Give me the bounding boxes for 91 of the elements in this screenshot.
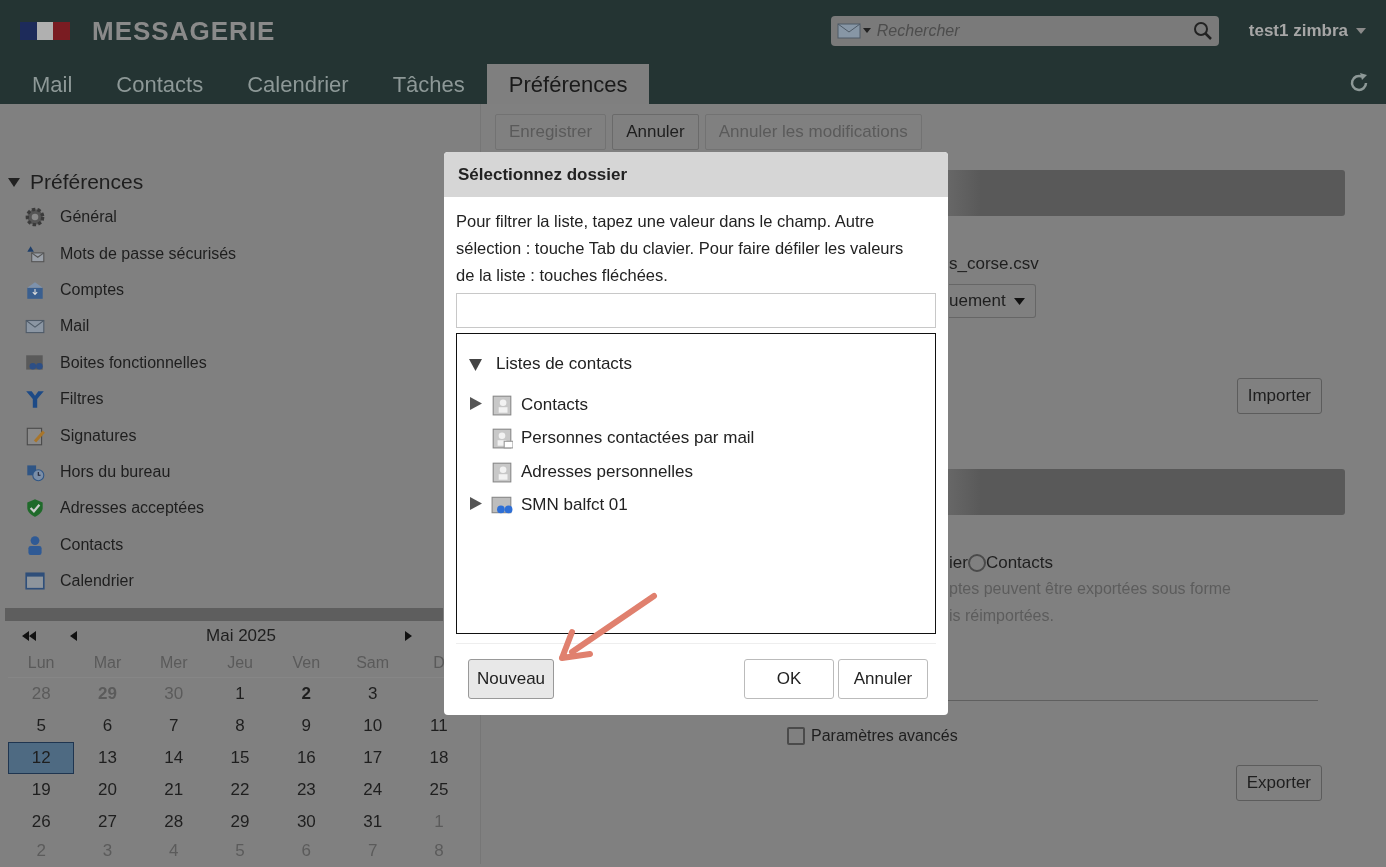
- tab[interactable]: Contacts: [94, 64, 226, 104]
- tree-item[interactable]: Adresses personnelles: [521, 461, 693, 482]
- cancel-button[interactable]: Annuler: [838, 659, 928, 699]
- calendar-day[interactable]: 20: [74, 774, 141, 807]
- calendar-day[interactable]: 15: [206, 742, 274, 775]
- new-button[interactable]: Nouveau: [468, 659, 555, 699]
- refresh-icon[interactable]: [1348, 72, 1370, 94]
- calendar-day[interactable]: 28: [140, 806, 207, 839]
- checkbox-label[interactable]: Paramètres avancés: [811, 727, 958, 745]
- sidebar-item[interactable]: Signatures: [60, 426, 137, 445]
- calendar-day[interactable]: 7: [140, 710, 207, 743]
- sidebar-item-icon: [24, 206, 46, 229]
- checkbox[interactable]: [787, 727, 805, 745]
- radio-label: ier: [949, 553, 968, 573]
- caret-icon[interactable]: [1356, 28, 1366, 34]
- calendar-day[interactable]: 18: [405, 742, 473, 775]
- next-month-icon[interactable]: [405, 631, 412, 642]
- sidebar-item[interactable]: Général: [60, 208, 117, 227]
- sidebar-item-icon: [24, 570, 46, 593]
- user-menu[interactable]: test1 zimbra: [1248, 21, 1348, 41]
- sidebar-item[interactable]: Contacts: [60, 535, 124, 554]
- ok-button[interactable]: OK: [744, 659, 834, 699]
- file-name: s_corse.csv: [949, 254, 1040, 274]
- envelope-icon[interactable]: [836, 22, 871, 40]
- sidebar-item[interactable]: Adresses acceptées: [60, 499, 205, 518]
- calendar-day[interactable]: 25: [405, 774, 473, 807]
- sidebar-item[interactable]: Mots de passe sécurisés: [60, 244, 237, 263]
- app-title: MESSAGERIE: [92, 15, 276, 47]
- calendar-day[interactable]: 23: [273, 774, 340, 807]
- sidebar-item[interactable]: Calendrier: [60, 572, 134, 591]
- export-button[interactable]: Exporter: [1235, 765, 1322, 801]
- calendar-month: Mai 2025: [205, 626, 277, 647]
- format-dropdown[interactable]: uement: [949, 284, 1036, 318]
- calendar-day[interactable]: 5: [8, 710, 75, 743]
- calendar-day[interactable]: 14: [140, 742, 207, 775]
- address-book-icon: [491, 460, 513, 483]
- calendar-day[interactable]: 10: [339, 710, 406, 743]
- tab[interactable]: Préférences: [486, 64, 650, 104]
- search-icon[interactable]: [1192, 21, 1213, 41]
- tree-item[interactable]: Personnes contactées par mail: [521, 428, 755, 449]
- sidebar-item[interactable]: Mail: [60, 317, 90, 336]
- address-book-icon: [491, 427, 513, 450]
- tab[interactable]: Tâches: [370, 64, 487, 104]
- calendar-day[interactable]: 30: [273, 806, 340, 839]
- calendar-day[interactable]: 22: [206, 774, 274, 807]
- sidebar-item-icon: [24, 388, 46, 411]
- calendar-day[interactable]: 19: [8, 774, 75, 807]
- calendar-day[interactable]: 27: [74, 806, 141, 839]
- toolbar-button[interactable]: Annuler: [612, 114, 699, 150]
- expand-icon[interactable]: [469, 497, 482, 511]
- calendar-day[interactable]: 26: [8, 806, 75, 839]
- tab[interactable]: Calendrier: [225, 64, 371, 104]
- sidebar-item[interactable]: Filtres: [60, 390, 104, 409]
- calendar-day[interactable]: 31: [339, 806, 406, 839]
- calendar-day[interactable]: 17: [339, 742, 406, 775]
- expand-icon[interactable]: [8, 176, 20, 188]
- calendar-day[interactable]: 29: [206, 806, 274, 839]
- radio-label[interactable]: Contacts: [985, 553, 1053, 573]
- calendar-day[interactable]: 16: [273, 742, 340, 775]
- dialog-hint: Pour filtrer la liste, tapez une valeur dans le champ. Autre sélection : touche Tab du clavier. Pour faire défiler les valeurs de la liste : touches fléchées.: [455, 211, 905, 286]
- expand-icon[interactable]: [469, 357, 482, 371]
- flag-logo-icon: [20, 22, 70, 40]
- previous-month-icon[interactable]: [70, 631, 77, 642]
- calendar-day[interactable]: 9: [273, 710, 340, 743]
- calendar-day[interactable]: 3: [339, 678, 406, 711]
- sidebar-item[interactable]: Comptes: [60, 280, 125, 299]
- previous-year-icon[interactable]: [22, 631, 36, 642]
- calendar-day[interactable]: 1: [206, 678, 274, 711]
- tree-item[interactable]: Contacts: [521, 394, 589, 415]
- dialog-title: Sélectionnez dossier: [444, 152, 948, 197]
- import-button[interactable]: Importer: [1236, 378, 1322, 414]
- sidebar-item-icon: [24, 497, 46, 520]
- sidebar-item[interactable]: Boites fonctionnelles: [60, 353, 207, 372]
- filter-field[interactable]: [456, 293, 936, 328]
- tree-item[interactable]: SMN balfct 01: [521, 495, 628, 516]
- calendar-day[interactable]: 24: [339, 774, 406, 807]
- tree-item[interactable]: Listes de contacts: [496, 354, 633, 374]
- tab[interactable]: Mail: [10, 64, 95, 104]
- calendar-day[interactable]: 2: [273, 678, 340, 711]
- calendar-day[interactable]: 11: [405, 710, 473, 743]
- caret-icon: [1013, 297, 1025, 305]
- address-book-icon: [491, 393, 513, 416]
- sidebar-title[interactable]: Préférences: [30, 170, 144, 194]
- calendar-day[interactable]: 13: [74, 742, 141, 775]
- radio-button[interactable]: [967, 554, 986, 572]
- calendar-day[interactable]: 6: [74, 710, 141, 743]
- calendar-day[interactable]: 21: [140, 774, 207, 807]
- sidebar-item[interactable]: Hors du bureau: [60, 462, 171, 481]
- calendar-day[interactable]: 12: [8, 742, 75, 775]
- calendar-day[interactable]: 8: [206, 710, 274, 743]
- expand-icon[interactable]: [469, 396, 482, 410]
